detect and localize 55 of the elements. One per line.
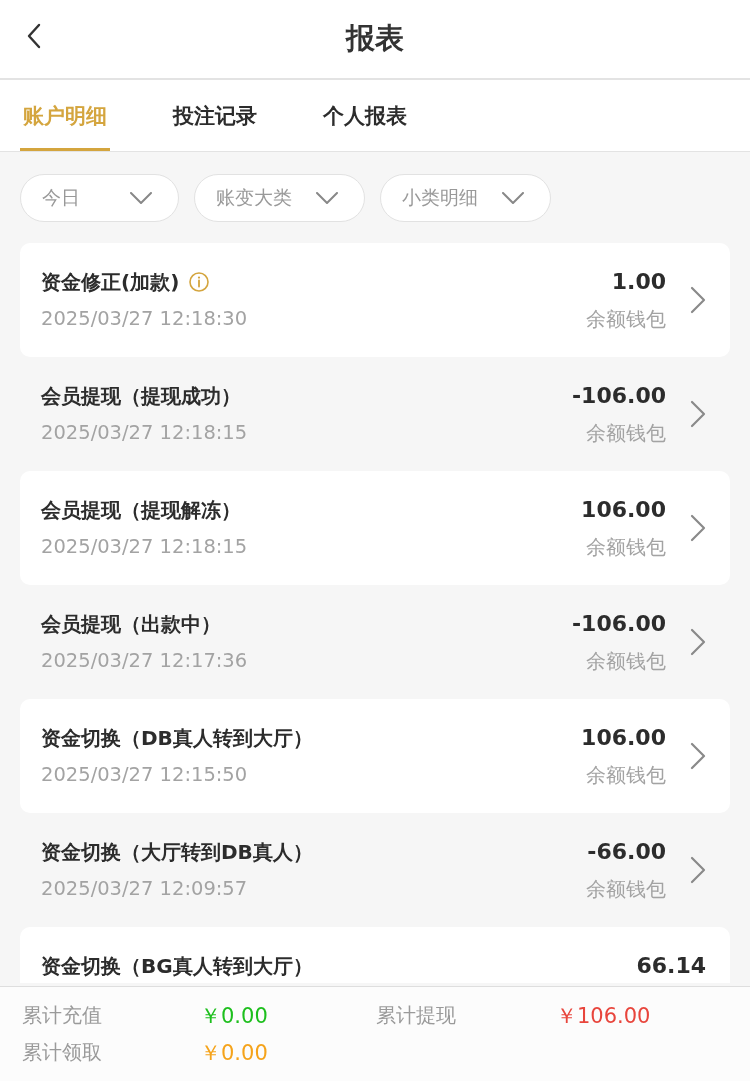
summary-label: 累计提现 (376, 1002, 456, 1029)
chevron-right-icon (690, 286, 706, 314)
record-title: 资金切换（大厅转到DB真人） (41, 840, 313, 864)
record-row[interactable]: 会员提现（提现成功） 2025/03/27 12:18:15 -106.00 余额钱包 (20, 357, 730, 471)
record-time: 2025/03/27 12:15:50 (41, 763, 248, 787)
record-amount: 106.00 (581, 498, 666, 522)
wallet-label: 余额钱包 (586, 421, 666, 445)
wallet-label: 余额钱包 (586, 877, 666, 901)
record-amount: 66.14 (636, 954, 706, 978)
filter-label: 小类明细 (402, 185, 478, 210)
record-title: 资金修正(加款) (41, 270, 180, 294)
record-time: 2025/03/27 12:18:15 (41, 421, 248, 445)
record-amount: -106.00 (571, 612, 666, 636)
chevron-right-icon (690, 742, 706, 770)
record-time: 2025/03/27 12:18:30 (41, 307, 248, 331)
record-time: 2025/03/27 12:09:57 (41, 877, 248, 901)
record-amount: -106.00 (571, 384, 666, 408)
record-title: 会员提现（提现解冻） (41, 498, 241, 522)
chevron-right-icon (690, 856, 706, 884)
record-amount: 1.00 (611, 270, 666, 294)
record-title: 资金切换（BG真人转到大厅） (41, 954, 313, 978)
tab[interactable]: 个人报表 (320, 80, 410, 151)
summary-value: ￥0.00 (200, 1002, 268, 1030)
record-card[interactable]: 资金切换（DB真人转到大厅） 2025/03/27 12:15:50 106.00 余额钱包 (20, 699, 730, 813)
chevron-right-icon (690, 628, 706, 656)
record-card[interactable]: 会员提现（提现解冻） 2025/03/27 12:18:15 106.00 余额钱包 (20, 471, 730, 585)
caret-icon (130, 192, 152, 204)
page-title: 报表 (346, 20, 404, 57)
record-title: 会员提现（提现成功） (41, 384, 241, 408)
filter-label: 今日 (42, 185, 80, 210)
record-amount: 106.00 (581, 726, 666, 750)
tab[interactable]: 投注记录 (170, 80, 260, 151)
summary-label: 累计领取 (22, 1039, 102, 1066)
record-title: 会员提现（出款中） (41, 612, 221, 636)
record-row[interactable]: 会员提现（出款中） 2025/03/27 12:17:36 -106.00 余额钱包 (20, 585, 730, 699)
chevron-right-icon (690, 514, 706, 542)
filter-label: 账变大类 (216, 185, 292, 210)
summary-value: ￥0.00 (200, 1039, 268, 1067)
chevron-right-icon (690, 400, 706, 428)
wallet-label: 余额钱包 (586, 307, 666, 331)
record-card[interactable]: 资金修正(加款) 2025/03/27 12:18:30 1.00 余额钱包 (20, 243, 730, 357)
wallet-label: 余额钱包 (586, 535, 666, 559)
record-title: 资金切换（DB真人转到大厅） (41, 726, 313, 750)
record-card[interactable]: 资金切换（BG真人转到大厅） 66.14 (20, 927, 730, 983)
wallet-label: 余额钱包 (586, 649, 666, 673)
back-chevron-icon (27, 23, 41, 49)
wallet-label: 余额钱包 (586, 763, 666, 787)
record-time: 2025/03/27 12:18:15 (41, 535, 248, 559)
caret-icon (316, 192, 338, 204)
record-row[interactable]: 资金切换（大厅转到DB真人） 2025/03/27 12:09:57 -66.00 余额钱包 (20, 813, 730, 927)
caret-icon (502, 192, 524, 204)
record-amount: -66.00 (587, 840, 666, 864)
record-time: 2025/03/27 12:17:36 (41, 649, 248, 673)
summary-value: ￥106.00 (556, 1002, 651, 1030)
summary-label: 累计充值 (22, 1002, 102, 1029)
